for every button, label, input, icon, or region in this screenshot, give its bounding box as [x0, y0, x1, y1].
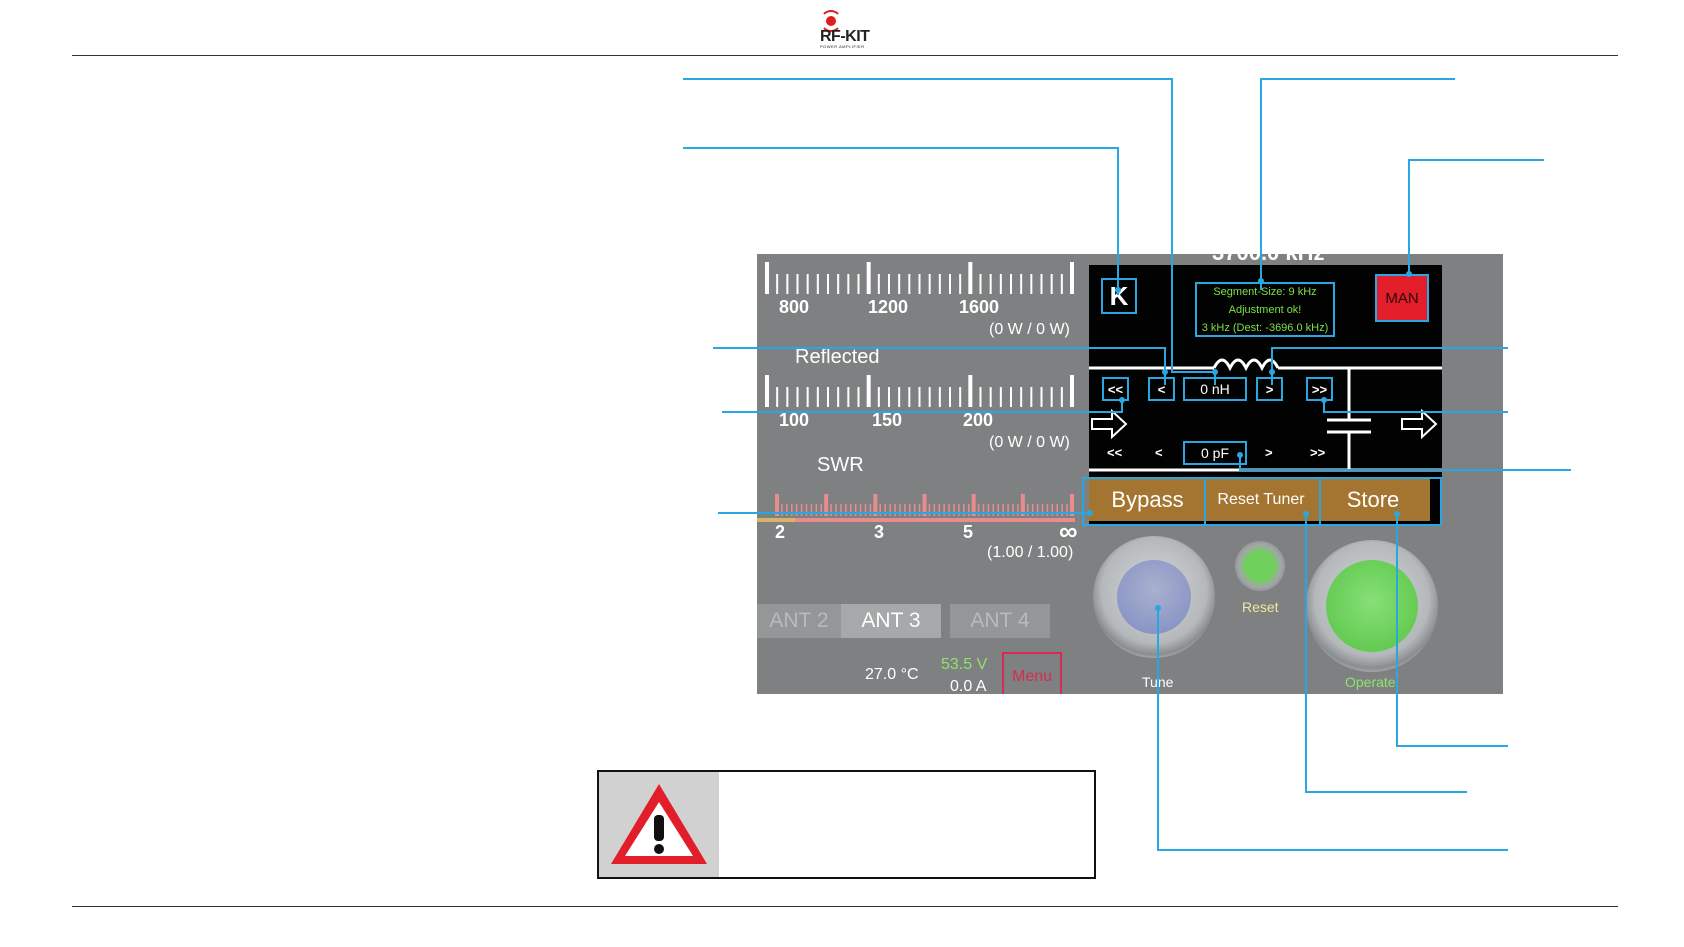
header-rule — [72, 55, 1618, 56]
operate-label: Operate — [1345, 674, 1396, 690]
tune-button[interactable] — [1093, 536, 1215, 658]
inductance-fast-up-button[interactable]: >> — [1306, 377, 1333, 401]
inductance-up-button[interactable]: > — [1256, 377, 1283, 401]
inductance-value: 0 nH — [1183, 377, 1247, 401]
bypass-button[interactable]: Bypass — [1089, 477, 1206, 521]
reflected-tick-label: 200 — [963, 410, 994, 430]
footer-rule — [72, 906, 1618, 907]
forward-tick-label: 1200 — [868, 297, 909, 317]
swr-tick-label: 5 — [963, 522, 974, 542]
reset-label: Reset — [1242, 599, 1279, 615]
menu-button[interactable]: Menu — [1002, 652, 1062, 694]
antenna-3-button[interactable]: ANT 3 — [841, 604, 941, 638]
reset-tuner-button[interactable]: Reset Tuner — [1206, 477, 1316, 521]
swr-reading: (1.00 / 1.00) — [987, 544, 1074, 561]
forward-tick-label: 800 — [779, 297, 810, 317]
store-button[interactable]: Store — [1316, 477, 1430, 521]
warning-box — [597, 770, 1096, 879]
rf-kit-logo: RF-KIT POWER AMPLIFIER — [800, 10, 900, 50]
capacitance-fast-down-button[interactable]: << — [1107, 445, 1122, 460]
forward-power-reading: (0 W / 0 W) — [989, 321, 1070, 338]
reflected-tick-label: 150 — [872, 410, 903, 430]
inductance-fast-down-button[interactable]: << — [1102, 377, 1129, 401]
inductance-down-button[interactable]: < — [1148, 377, 1175, 401]
reflected-power-reading: (0 W / 0 W) — [989, 434, 1070, 451]
reflected-tick-label: 100 — [779, 410, 810, 430]
swr-tick-label: ∞ — [1059, 516, 1078, 546]
antenna-2-button[interactable]: ANT 2 — [757, 604, 849, 638]
capacitance-up-button[interactable]: > — [1265, 445, 1273, 460]
capacitance-value: 0 pF — [1183, 441, 1247, 465]
swr-tick-label: 2 — [775, 522, 786, 542]
swr-tick-label: 3 — [874, 522, 885, 542]
reflected-label: Reflected — [795, 346, 880, 368]
tuner-panel: K Segment-Size: 9 kHz Adjustment ok! 3 k… — [1089, 265, 1442, 525]
voltage-readout: 53.5 V — [941, 656, 988, 673]
operate-button[interactable] — [1306, 540, 1438, 672]
tune-label: Tune — [1142, 674, 1174, 690]
capacitance-down-button[interactable]: < — [1155, 445, 1163, 460]
temperature-readout: 27.0 °C — [865, 666, 919, 683]
current-readout: 0.0 A — [950, 678, 987, 694]
capacitance-fast-up-button[interactable]: >> — [1310, 445, 1325, 460]
reset-button[interactable] — [1235, 541, 1285, 591]
warning-icon — [599, 772, 719, 877]
forward-tick-label: 1600 — [959, 297, 1000, 317]
swr-label: SWR — [817, 454, 864, 476]
antenna-4-button[interactable]: ANT 4 — [950, 604, 1050, 638]
